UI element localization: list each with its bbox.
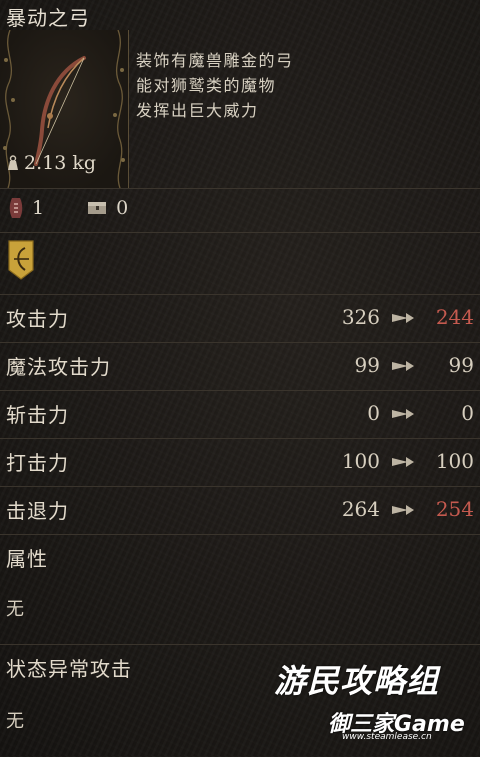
weight-icon (8, 155, 18, 170)
attribute-section: 属性 无 (0, 534, 480, 645)
chest-count: 0 (116, 197, 129, 219)
stat-new: 99 (448, 353, 474, 377)
stat-label: 魔法攻击力 (6, 355, 111, 379)
count-row: 1 0 (8, 196, 170, 220)
stat-row-attack: 攻击力 326 244 (0, 294, 480, 341)
stat-label: 斩击力 (6, 403, 69, 427)
stat-row-magic-attack: 魔法攻击力 99 99 (0, 342, 480, 389)
weight-display: 2.13 kg (6, 152, 96, 174)
status-attack-value: 无 (6, 711, 24, 732)
stat-current: 100 (341, 449, 380, 473)
stat-new: 244 (435, 305, 474, 329)
weapon-type-emblem-icon (8, 240, 34, 280)
stat-label: 击退力 (6, 499, 69, 523)
stat-row-knockback: 击退力 264 254 (0, 486, 480, 533)
watermark-url: www.steamlease.cn (342, 732, 432, 742)
slot-count: 1 (32, 197, 45, 219)
item-description: 装饰有魔兽雕金的弓 能对狮鹫类的魔物 发挥出巨大威力 (136, 48, 294, 123)
stat-current: 99 (354, 353, 380, 377)
stat-current: 264 (341, 497, 380, 521)
vine-ornament-right (113, 30, 125, 188)
stat-new: 254 (435, 497, 474, 521)
description-line: 装饰有魔兽雕金的弓 (136, 51, 294, 70)
status-attack-label: 状态异常攻击 (6, 657, 132, 681)
divider (0, 188, 480, 189)
weight-value: 2.13 kg (24, 152, 97, 174)
stat-row-slash: 斩击力 0 0 (0, 390, 480, 437)
slot-icon (9, 198, 23, 218)
description-line: 发挥出巨大威力 (136, 101, 259, 120)
description-line: 能对狮鹫类的魔物 (136, 76, 277, 95)
stat-label: 打击力 (6, 451, 69, 475)
watermark-primary: 游民攻略组 (274, 662, 440, 700)
chest-icon (88, 202, 107, 214)
stat-new: 0 (461, 401, 474, 425)
divider (0, 232, 480, 233)
stat-label: 攻击力 (6, 307, 69, 331)
stat-current: 0 (367, 401, 380, 425)
stat-row-strike: 打击力 100 100 (0, 438, 480, 485)
attribute-label: 属性 (6, 547, 48, 571)
stat-current: 326 (341, 305, 380, 329)
item-name: 暴动之弓 (6, 6, 90, 30)
attribute-value: 无 (6, 599, 24, 620)
stat-new: 100 (435, 449, 474, 473)
